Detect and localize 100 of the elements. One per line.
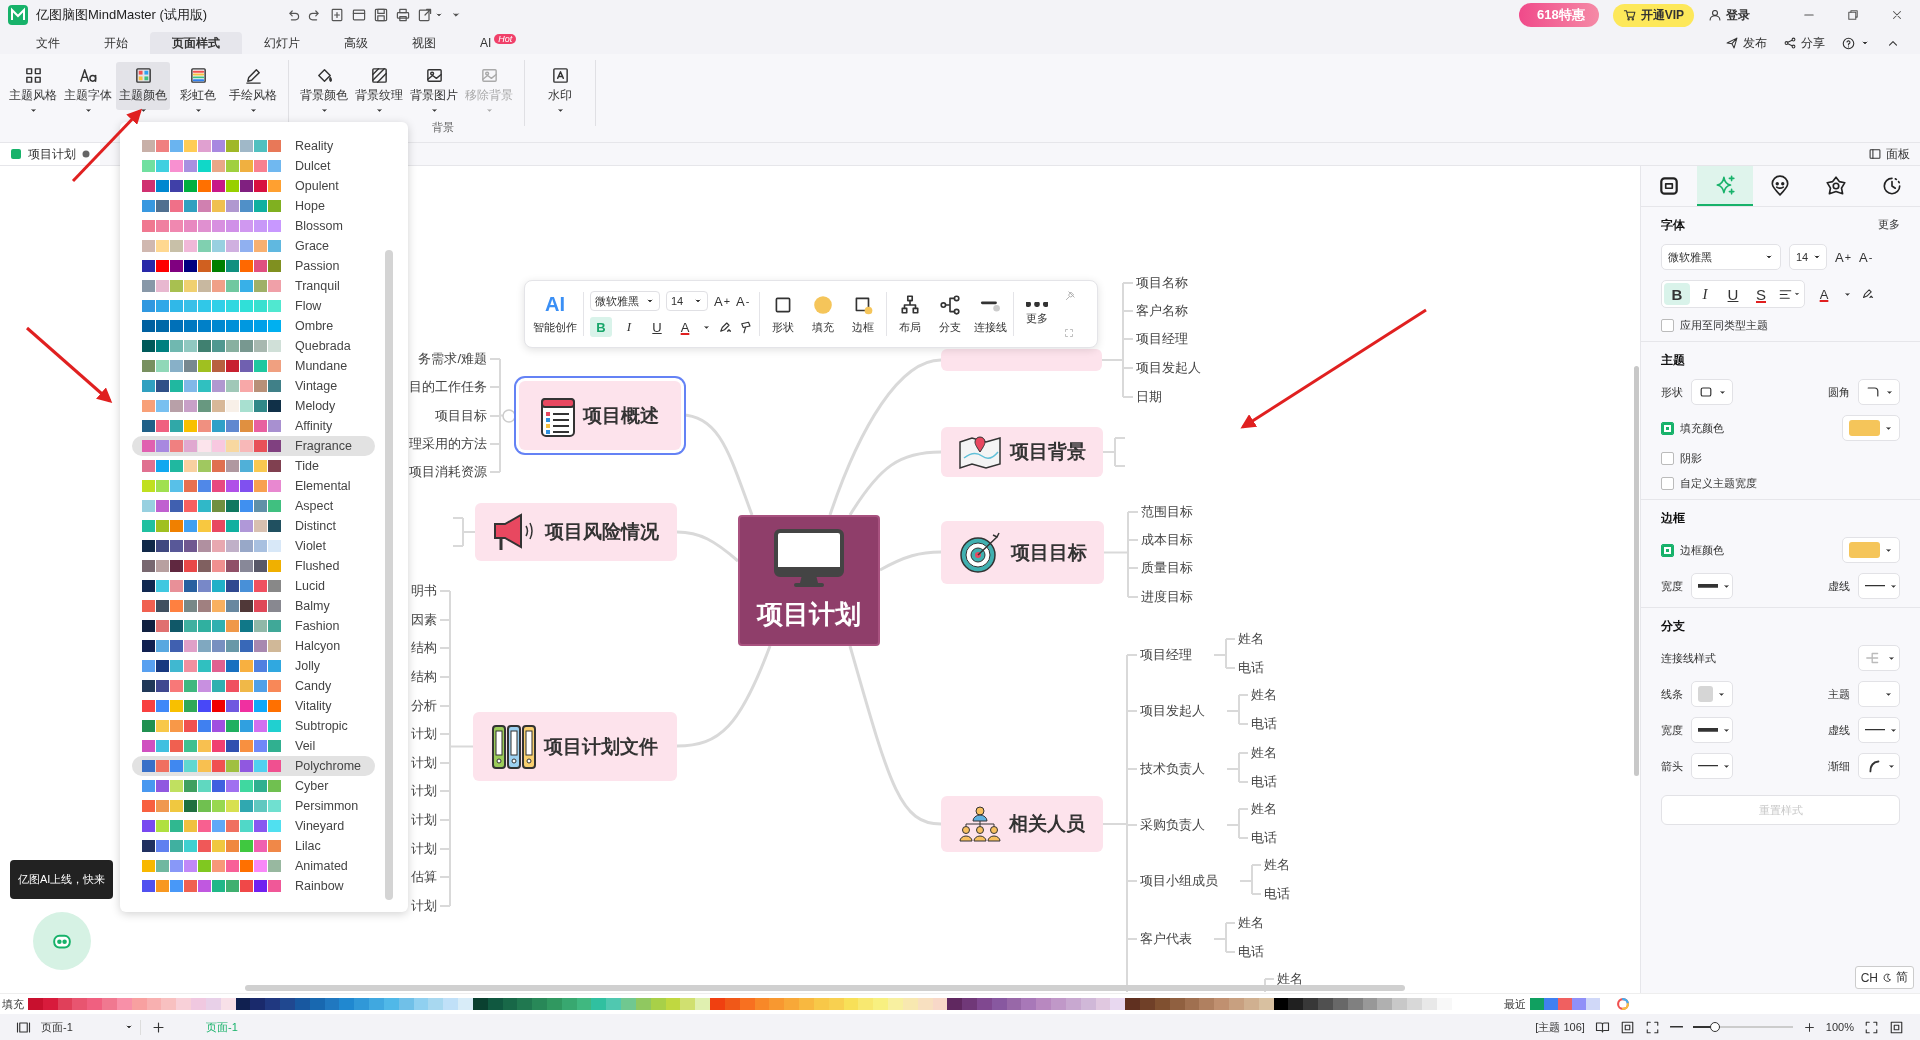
- subtopic-label[interactable]: 姓名: [1264, 856, 1290, 874]
- menu-tab[interactable]: 开始: [82, 32, 150, 54]
- size-select[interactable]: 14: [1789, 244, 1827, 270]
- ribbon-button[interactable]: 彩虹色: [171, 62, 225, 110]
- theme-color-option[interactable]: Persimmon: [132, 796, 375, 816]
- theme-color-option[interactable]: Lilac: [132, 836, 375, 856]
- topic-node[interactable]: 项目计划文件: [473, 712, 677, 781]
- subtopic-label[interactable]: 计划: [411, 840, 437, 858]
- subtopic-label[interactable]: 项目目标: [435, 407, 487, 425]
- toolbar-tool-button[interactable]: 更多: [1020, 302, 1054, 326]
- theme-color-option[interactable]: Opulent: [132, 176, 375, 196]
- size-select[interactable]: 14: [666, 291, 708, 311]
- subtopic-label[interactable]: 理采用的方法: [409, 435, 487, 453]
- page-select[interactable]: 页面-1: [41, 1019, 141, 1035]
- subtopic-label[interactable]: 结构: [411, 639, 437, 657]
- topic-node[interactable]: 项目风险情况: [475, 503, 677, 561]
- subtopic-label[interactable]: 务需求/难题: [418, 350, 487, 368]
- theme-color-option[interactable]: Cyber: [132, 776, 375, 796]
- toolbar-tool-button[interactable]: 布局: [893, 293, 927, 335]
- theme-color-option[interactable]: Dulcet: [132, 156, 375, 176]
- subtopic-label[interactable]: 电话: [1238, 659, 1264, 677]
- topic-node[interactable]: 项目背景: [941, 427, 1103, 477]
- subtopic-label[interactable]: 进度目标: [1141, 588, 1193, 606]
- subtopic-label[interactable]: 客户名称: [1136, 302, 1188, 320]
- format-button[interactable]: U: [646, 317, 668, 337]
- toolbar-tool-button[interactable]: 分支: [933, 293, 967, 335]
- subtopic-label[interactable]: 姓名: [1277, 970, 1303, 988]
- menu-tab[interactable]: AI Hot: [458, 32, 539, 54]
- ribbon-button[interactable]: 主题颜色: [116, 62, 170, 110]
- subtopic-label[interactable]: 项目小组成员: [1140, 872, 1218, 890]
- theme-color-option[interactable]: Melody: [132, 396, 375, 416]
- theme-color-option[interactable]: Animated: [132, 856, 375, 876]
- ribbon-button[interactable]: 水印: [533, 62, 587, 110]
- theme-color-option[interactable]: Flow: [132, 296, 375, 316]
- menu-tab[interactable]: 幻灯片: [242, 32, 322, 54]
- menu-tab[interactable]: 视图: [390, 32, 458, 54]
- subtopic-label[interactable]: 电话: [1251, 715, 1277, 733]
- checkbox-row[interactable]: 边框颜色: [1661, 542, 1724, 558]
- topic-node[interactable]: 项目目标: [941, 521, 1104, 584]
- vip-button[interactable]: 开通VIP: [1612, 3, 1694, 27]
- theme-color-option[interactable]: Tranquil: [132, 276, 375, 296]
- ribbon-button[interactable]: 背景图片: [407, 62, 461, 110]
- theme-color-option[interactable]: Passion: [132, 256, 375, 276]
- theme-color-option[interactable]: Veil: [132, 736, 375, 756]
- ribbon-button[interactable]: 主题风格: [6, 62, 60, 110]
- subtopic-label[interactable]: 质量目标: [1141, 559, 1193, 577]
- theme-color-option[interactable]: Aspect: [132, 496, 375, 516]
- subtopic-label[interactable]: 分析: [411, 697, 437, 715]
- theme-color-option[interactable]: Mundane: [132, 356, 375, 376]
- menu-tab[interactable]: 页面样式: [150, 32, 242, 54]
- subtopic-label[interactable]: 项目经理: [1136, 330, 1188, 348]
- publish-button[interactable]: 发布: [1725, 34, 1767, 52]
- subtopic-label[interactable]: 范围目标: [1141, 503, 1193, 521]
- subtopic-label[interactable]: 姓名: [1238, 914, 1264, 932]
- theme-color-option[interactable]: Blossom: [132, 216, 375, 236]
- subtopic-label[interactable]: 项目消耗资源: [409, 463, 487, 481]
- font-color-button[interactable]: A: [1813, 284, 1835, 304]
- subtopic-label[interactable]: 电话: [1238, 943, 1264, 961]
- subtopic-label[interactable]: 姓名: [1238, 630, 1264, 648]
- format-button[interactable]: A: [674, 317, 696, 337]
- theme-color-option[interactable]: Polychrome: [132, 756, 375, 776]
- more-link[interactable]: 更多: [1878, 217, 1900, 234]
- theme-color-option[interactable]: Distinct: [132, 516, 375, 536]
- toolbar-tool-button[interactable]: 连接线: [973, 293, 1007, 335]
- theme-color-option[interactable]: Balmy: [132, 596, 375, 616]
- subtopic-label[interactable]: 计划: [411, 782, 437, 800]
- subtopic-label[interactable]: 电话: [1264, 885, 1290, 903]
- document-tab[interactable]: 项目计划: [0, 143, 100, 165]
- ribbon-button[interactable]: 背景纹理: [352, 62, 406, 110]
- theme-color-option[interactable]: Halcyon: [132, 636, 375, 656]
- share-button[interactable]: 分享: [1783, 34, 1825, 52]
- theme-color-option[interactable]: Elemental: [132, 476, 375, 496]
- subtopic-label[interactable]: 电话: [1251, 829, 1277, 847]
- central-topic[interactable]: 项目计划: [738, 515, 880, 646]
- subtopic-label[interactable]: 客户代表: [1140, 930, 1192, 948]
- menu-tab[interactable]: 文件: [14, 32, 82, 54]
- menu-tab[interactable]: 高级: [322, 32, 390, 54]
- subtopic-label[interactable]: 结构: [411, 668, 437, 686]
- format-button[interactable]: U: [1720, 283, 1746, 305]
- subtopic-label[interactable]: 技术负责人: [1140, 760, 1205, 778]
- toolbar-tool-button[interactable]: 填充: [806, 293, 840, 335]
- theme-color-option[interactable]: Flushed: [132, 556, 375, 576]
- theme-color-option[interactable]: Violet: [132, 536, 375, 556]
- theme-color-option[interactable]: Grace: [132, 236, 375, 256]
- font-select[interactable]: 微软雅黑: [590, 291, 660, 311]
- subtopic-label[interactable]: 项目名称: [1136, 274, 1188, 292]
- theme-color-option[interactable]: Vintage: [132, 376, 375, 396]
- theme-color-option[interactable]: Vitality: [132, 696, 375, 716]
- theme-color-option[interactable]: Lucid: [132, 576, 375, 596]
- font-select[interactable]: 微软雅黑: [1661, 244, 1781, 270]
- theme-color-option[interactable]: Subtropic: [132, 716, 375, 736]
- theme-color-option[interactable]: Quebrada: [132, 336, 375, 356]
- subtopic-label[interactable]: 姓名: [1251, 686, 1277, 704]
- subtopic-label[interactable]: 电话: [1251, 773, 1277, 791]
- toolbar-tool-button[interactable]: 形状: [766, 293, 800, 335]
- checkbox-row[interactable]: 自定义主题宽度: [1661, 476, 1900, 491]
- theme-color-option[interactable]: Affinity: [132, 416, 375, 436]
- checkbox-row[interactable]: 应用至同类型主题: [1661, 318, 1900, 333]
- ribbon-button[interactable]: 手绘风格: [226, 62, 280, 110]
- theme-color-option[interactable]: Tide: [132, 456, 375, 476]
